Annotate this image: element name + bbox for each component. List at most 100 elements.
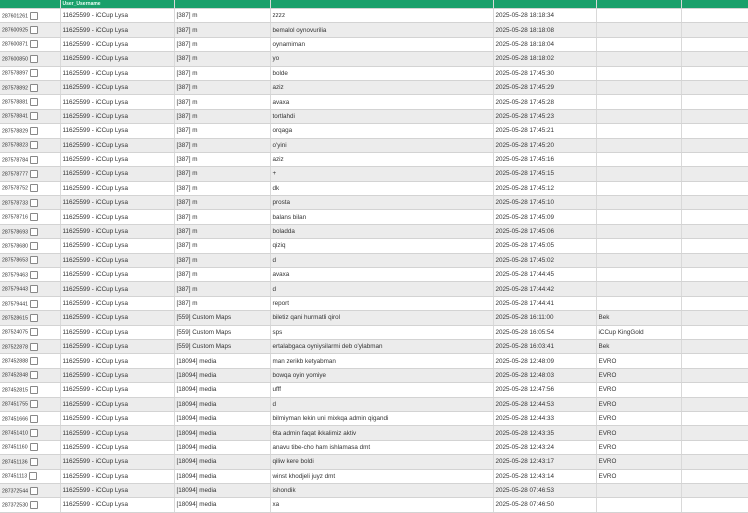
row-select-checkbox[interactable] xyxy=(29,371,38,380)
row-select-checkbox[interactable] xyxy=(29,241,38,250)
row-id: 287579463 xyxy=(2,272,28,279)
row-select-checkbox[interactable] xyxy=(29,357,38,366)
row-id-cell: 287578693 xyxy=(0,224,61,240)
channel-cell: [18094] media xyxy=(174,411,271,427)
row-select-checkbox[interactable] xyxy=(29,285,38,294)
row-select-checkbox[interactable] xyxy=(29,26,38,35)
row-id-cell: 287452848 xyxy=(0,368,61,384)
row-select-checkbox[interactable] xyxy=(29,443,38,452)
user-cell: 11625599 - iCCup Lysa xyxy=(60,238,175,254)
row-select-checkbox[interactable] xyxy=(29,429,38,438)
channel-cell: [18094] media xyxy=(174,497,271,513)
row-select-checkbox[interactable] xyxy=(29,98,38,107)
user-cell: 11625599 - iCCup Lysa xyxy=(60,224,175,240)
row-select-checkbox[interactable] xyxy=(29,184,38,193)
row-id: 287578881 xyxy=(2,99,28,106)
row-select-checkbox[interactable] xyxy=(29,270,38,279)
channel-cell: [387] m xyxy=(174,195,271,211)
row-select-checkbox[interactable] xyxy=(29,500,38,509)
row-select-checkbox[interactable] xyxy=(29,198,38,207)
row-id: 287578823 xyxy=(2,142,28,149)
user-cell: 11625599 - iCCup Lysa xyxy=(60,253,175,269)
channel-cell: [387] m xyxy=(174,8,271,24)
row-id-cell: 287579441 xyxy=(0,296,61,312)
empty-cell xyxy=(681,267,748,283)
recipient-cell xyxy=(596,8,682,24)
user-cell: 11625599 - iCCup Lysa xyxy=(60,397,175,412)
row-select-checkbox[interactable] xyxy=(29,227,38,236)
empty-cell xyxy=(681,325,748,340)
row-select-checkbox[interactable] xyxy=(29,69,38,78)
row-id: 287451755 xyxy=(2,401,28,408)
user-cell: 11625599 - iCCup Lysa xyxy=(60,267,175,283)
channel-cell: [18094] media xyxy=(174,382,271,398)
row-select-checkbox[interactable] xyxy=(29,213,38,222)
user-cell: 11625599 - iCCup Lysa xyxy=(60,123,175,139)
row-id: 287372544 xyxy=(2,487,28,494)
row-select-checkbox[interactable] xyxy=(29,54,38,63)
table-row: 287578752 11625599 - iCCup Lysa [387] m dk 2… xyxy=(0,181,748,197)
empty-cell xyxy=(681,368,748,384)
row-select-checkbox[interactable] xyxy=(29,83,38,92)
empty-cell xyxy=(681,339,748,355)
timestamp-cell: 2025-05-28 17:45:06 xyxy=(493,224,597,240)
timestamp-cell: 2025-05-28 18:18:34 xyxy=(493,8,597,24)
row-select-checkbox[interactable] xyxy=(29,169,38,178)
table-row: 287578823 11625599 - iCCup Lysa [387] m o'y… xyxy=(0,138,748,153)
table-row: 287452888 11625599 - iCCup Lysa [18094] me… xyxy=(0,353,748,369)
timestamp-cell: 2025-05-28 17:44:45 xyxy=(493,267,597,283)
row-id: 287601261 xyxy=(2,13,28,20)
recipient-cell: EVRO xyxy=(596,411,682,427)
user-cell: 11625599 - iCCup Lysa xyxy=(60,152,175,168)
row-select-checkbox[interactable] xyxy=(29,11,38,20)
row-select-checkbox[interactable] xyxy=(29,328,38,337)
user-cell: 11625599 - iCCup Lysa xyxy=(60,181,175,197)
row-select-checkbox[interactable] xyxy=(29,299,38,308)
channel-cell: [387] m xyxy=(174,281,271,297)
row-select-checkbox[interactable] xyxy=(29,472,38,481)
message-cell: xa xyxy=(270,497,494,513)
row-select-checkbox[interactable] xyxy=(29,385,38,394)
row-select-checkbox[interactable] xyxy=(29,400,38,409)
row-id-cell: 287451113 xyxy=(0,469,61,484)
row-select-checkbox[interactable] xyxy=(29,457,38,466)
channel-cell: [387] m xyxy=(174,152,271,168)
user-cell: 11625599 - iCCup Lysa xyxy=(60,497,175,513)
empty-cell xyxy=(681,224,748,240)
message-cell: yo xyxy=(270,51,494,67)
recipient-cell xyxy=(596,109,682,125)
channel-cell: [387] m xyxy=(174,209,271,225)
recipient-cell xyxy=(596,80,682,96)
empty-cell xyxy=(681,37,748,53)
row-select-checkbox[interactable] xyxy=(29,126,38,135)
row-select-checkbox[interactable] xyxy=(29,486,38,495)
channel-cell: [387] m xyxy=(174,123,271,139)
row-select-checkbox[interactable] xyxy=(29,155,38,164)
row-select-checkbox[interactable] xyxy=(29,141,38,150)
user-cell: 11625599 - iCCup Lysa xyxy=(60,94,175,110)
recipient-cell xyxy=(596,123,682,139)
message-cell: d xyxy=(270,281,494,297)
row-select-checkbox[interactable] xyxy=(29,414,38,423)
table-row: 287451113 11625599 - iCCup Lysa [18094] me… xyxy=(0,469,748,484)
timestamp-cell: 2025-05-28 17:45:09 xyxy=(493,209,597,225)
recipient-cell xyxy=(596,195,682,211)
user-cell: 11625599 - iCCup Lysa xyxy=(60,281,175,297)
row-select-checkbox[interactable] xyxy=(29,342,38,351)
message-cell: boladda xyxy=(270,224,494,240)
row-select-checkbox[interactable] xyxy=(29,40,38,49)
table-row: 287578653 11625599 - iCCup Lysa [387] m d 20… xyxy=(0,253,748,269)
empty-cell xyxy=(681,51,748,67)
table-row: 287528615 11625599 - iCCup Lysa [559] Cust… xyxy=(0,310,748,326)
header-user-column[interactable]: User_Username xyxy=(60,0,175,9)
empty-cell xyxy=(681,166,748,182)
row-select-checkbox[interactable] xyxy=(29,313,38,322)
row-select-checkbox[interactable] xyxy=(29,256,38,265)
empty-cell xyxy=(681,497,748,513)
channel-cell: [387] m xyxy=(174,94,271,110)
row-id: 287451113 xyxy=(2,473,28,480)
row-id-cell: 287372544 xyxy=(0,483,61,499)
table-row: 287578897 11625599 - iCCup Lysa [387] m bol… xyxy=(0,66,748,81)
row-select-checkbox[interactable] xyxy=(29,112,38,121)
empty-cell xyxy=(681,109,748,125)
